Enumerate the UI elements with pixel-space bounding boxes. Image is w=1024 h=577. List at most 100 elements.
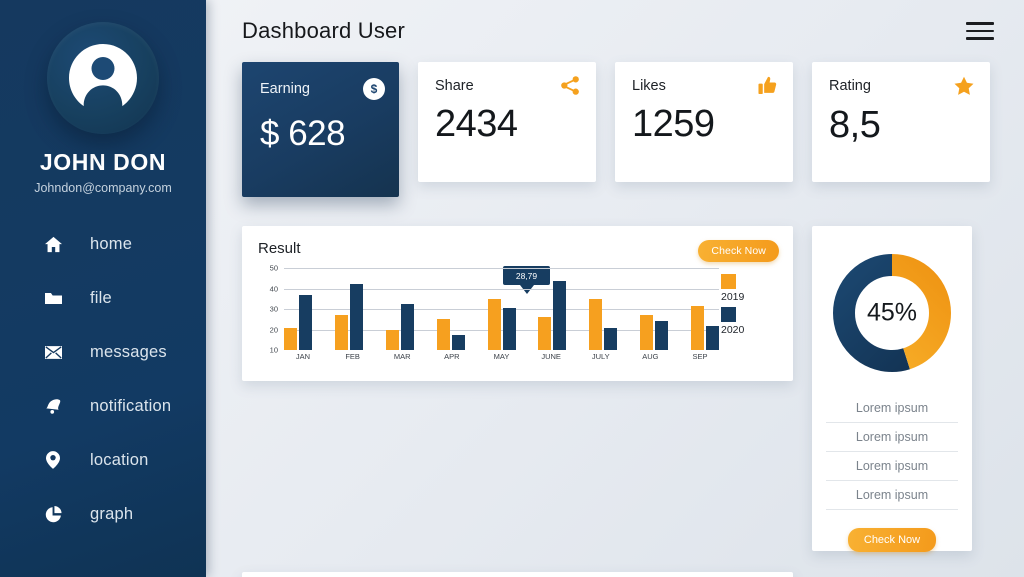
legend-item-2019: 2019: [721, 274, 773, 303]
bar-2019-MAY[interactable]: [487, 298, 501, 350]
y-tick: 10: [269, 345, 278, 355]
sidebar-item-graph[interactable]: graph: [0, 487, 206, 541]
stat-value: 2434: [435, 103, 518, 145]
y-tick: 40: [269, 284, 278, 293]
folder-icon: [40, 291, 66, 306]
pie-chart-icon: [40, 505, 66, 523]
sidebar-nav: home file messages notification location…: [0, 217, 206, 541]
bar-group: [691, 268, 719, 350]
stat-label: Likes: [632, 77, 666, 94]
bar-2019-SEP[interactable]: [691, 306, 704, 350]
x-tick-label: JUNE: [541, 352, 561, 361]
bar-2020-SEP[interactable]: [706, 325, 719, 350]
bar-2019-MAR[interactable]: [385, 329, 399, 350]
stat-card-rating[interactable]: Rating 8,5: [812, 62, 990, 182]
legend-swatch: [721, 307, 736, 322]
bar-chart-plot: [284, 268, 719, 350]
row-charts: Result Check Now 28,79 50 40 30 20 10 JA…: [242, 226, 994, 552]
home-icon: [40, 236, 66, 253]
stat-value: 8,5: [829, 104, 881, 146]
envelope-icon: [40, 345, 66, 359]
bar-2019-JUNE[interactable]: [538, 316, 552, 350]
star-icon: [954, 76, 974, 96]
thumbs-up-icon: [758, 76, 777, 95]
y-tick: 30: [269, 304, 278, 314]
sidebar-item-file[interactable]: file: [0, 271, 206, 325]
bar-2019-JULY[interactable]: [589, 298, 603, 350]
panel-title: Result: [258, 240, 301, 257]
x-tick-label: MAY: [493, 352, 510, 361]
donut-chart: 45%: [827, 248, 957, 378]
stat-value: $ 628: [260, 114, 346, 153]
sidebar-item-location[interactable]: location: [0, 433, 206, 487]
bar-2019-AUG[interactable]: [640, 315, 654, 350]
user-avatar-icon: [66, 41, 140, 115]
dashboard-app: JOHN DON Johndon@company.com home file m…: [0, 0, 1024, 577]
sidebar-item-home[interactable]: home: [0, 217, 206, 271]
dollar-badge-icon: $: [363, 78, 385, 100]
bar-group: [334, 268, 363, 350]
result-bar-chart-panel: Result Check Now 28,79 50 40 30 20 10 JA…: [242, 226, 793, 381]
legend-label: 2020: [721, 324, 745, 336]
map-pin-icon: [40, 451, 66, 469]
legend-swatch: [721, 274, 736, 289]
donut-check-now-button[interactable]: Check Now: [847, 528, 937, 552]
hamburger-menu-icon[interactable]: [966, 22, 994, 40]
bar-group: [385, 268, 414, 350]
bar-group: [538, 268, 567, 350]
list-item[interactable]: Lorem ipsum: [826, 481, 958, 510]
user-name: JOHN DON: [39, 149, 167, 175]
area-chart-panel: Lorem Ipsum Dolor Amet: [242, 572, 793, 577]
sidebar-item-messages[interactable]: messages: [0, 325, 206, 379]
y-tick: 20: [269, 325, 278, 334]
stat-card-share[interactable]: Share 2434: [418, 62, 596, 182]
donut-center-label: 45%: [866, 298, 918, 327]
check-now-button[interactable]: Check Now: [698, 240, 779, 262]
y-tick: 50: [269, 263, 278, 273]
stat-card-likes[interactable]: Likes 1259: [615, 62, 793, 182]
sidebar: JOHN DON Johndon@company.com home file m…: [0, 0, 206, 577]
share-icon: [561, 76, 580, 95]
list-item[interactable]: Lorem ipsum: [826, 452, 958, 481]
bar-2020-AUG[interactable]: [655, 320, 669, 350]
bell-icon: [40, 398, 66, 414]
bar-group: [640, 268, 669, 350]
bar-2020-MAR[interactable]: [400, 304, 414, 350]
sidebar-item-label: file: [90, 288, 112, 307]
bar-group: [436, 268, 465, 350]
bar-series-container: [284, 268, 719, 350]
bar-2019-APR[interactable]: [436, 318, 450, 350]
x-tick-label: JAN: [295, 352, 311, 361]
sidebar-item-label: notification: [90, 396, 172, 415]
sidebar-item-notification[interactable]: notification: [0, 379, 206, 433]
bar-2020-MAY[interactable]: [502, 307, 516, 350]
legend-item-2020: 2020: [721, 307, 773, 336]
bar-2019-JAN[interactable]: [284, 327, 297, 350]
x-tick-label: SEP: [692, 352, 708, 361]
list-item[interactable]: Lorem ipsum: [826, 394, 958, 423]
bar-2019-FEB[interactable]: [334, 315, 348, 350]
sidebar-item-label: graph: [90, 504, 134, 523]
page-title: Dashboard User: [242, 18, 405, 43]
bar-2020-JUNE[interactable]: [553, 280, 567, 350]
bar-chart-legend: 2019 2020: [721, 274, 773, 340]
stat-label: Rating: [829, 78, 871, 94]
list-item[interactable]: Lorem ipsum: [826, 423, 958, 452]
donut-list: Lorem ipsum Lorem ipsum Lorem ipsum Lore…: [826, 394, 958, 510]
main-content: Dashboard User Earning $ $ 628 Share 243…: [206, 0, 1024, 577]
x-tick-label: MAR: [393, 352, 411, 361]
user-email: Johndon@company.com: [34, 181, 172, 195]
avatar: [47, 22, 159, 134]
stat-value: 1259: [632, 103, 715, 145]
bar-2020-JAN[interactable]: [299, 295, 312, 350]
bar-chart-x-axis: JAN FEB MAR APR MAY JUNE JULY AUG SEP: [284, 352, 719, 366]
donut-chart-panel: 45% Lorem ipsum Lorem ipsum Lorem ipsum …: [812, 226, 972, 552]
stat-card-earning[interactable]: Earning $ $ 628: [242, 62, 399, 197]
stat-label: Share: [435, 77, 474, 94]
bar-chart: 28,79 50 40 30 20 10 JAN FEB MAR APR MAY…: [258, 264, 779, 368]
sidebar-item-label: messages: [90, 342, 167, 361]
bar-2020-JULY[interactable]: [604, 327, 618, 350]
bar-2020-APR[interactable]: [451, 334, 465, 350]
topbar: Dashboard User: [242, 0, 994, 62]
bar-2020-FEB[interactable]: [349, 284, 363, 350]
